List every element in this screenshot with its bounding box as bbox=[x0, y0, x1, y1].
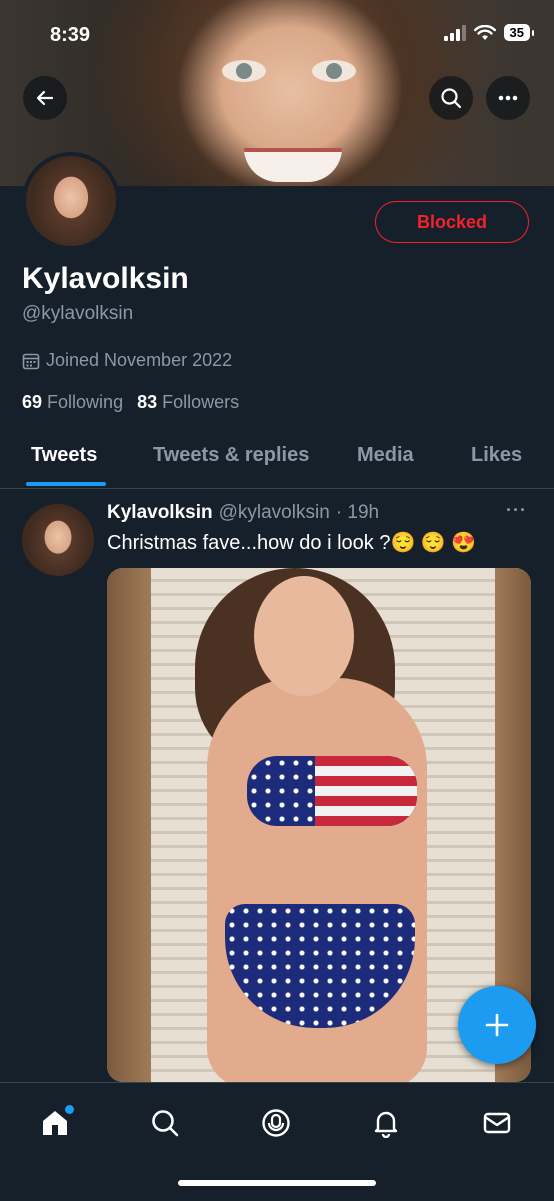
joined-text: Joined November 2022 bbox=[46, 350, 233, 370]
tweet-author-name[interactable]: Kylavolksin bbox=[107, 502, 213, 524]
back-arrow-icon bbox=[36, 90, 54, 106]
media-top-stripes bbox=[315, 756, 417, 826]
messages-icon bbox=[483, 1112, 511, 1134]
wifi-icon bbox=[473, 24, 496, 40]
followers-count: 83 bbox=[137, 392, 158, 412]
banner-eye-left bbox=[222, 60, 266, 82]
tweet-time: · 19h bbox=[335, 502, 380, 523]
tab-likes[interactable]: Likes bbox=[471, 444, 522, 467]
nav-search[interactable] bbox=[145, 1103, 185, 1143]
joined-date: Joined November 2022 bbox=[22, 350, 232, 371]
media-doorframe-left bbox=[107, 568, 151, 1082]
status-icons: 35 bbox=[443, 24, 535, 41]
tweet-more-icon[interactable]: ··· bbox=[506, 500, 527, 521]
status-time: 8:39 bbox=[50, 24, 91, 46]
search-icon bbox=[441, 88, 462, 109]
back-button[interactable] bbox=[23, 76, 67, 120]
tab-tweets-replies[interactable]: Tweets & replies bbox=[153, 444, 309, 467]
search-button[interactable] bbox=[429, 76, 473, 120]
tweet-header: Kylavolksin @kylavolksin · 19h bbox=[107, 502, 379, 524]
search-icon bbox=[152, 1110, 179, 1137]
banner-smile bbox=[244, 148, 342, 182]
banner-eye-right bbox=[312, 60, 356, 82]
following-count: 69 bbox=[22, 392, 43, 412]
nav-home[interactable] bbox=[35, 1103, 75, 1143]
notifications-icon bbox=[374, 1111, 398, 1138]
follow-stats: 69 Following 83 Followers bbox=[22, 392, 239, 413]
followers-label: Followers bbox=[162, 392, 240, 412]
profile-handle: @kylavolksin bbox=[22, 303, 134, 324]
blocked-button[interactable]: Blocked bbox=[375, 201, 529, 243]
following-label: Following bbox=[47, 392, 124, 412]
media-face bbox=[254, 576, 354, 696]
active-tab-indicator bbox=[26, 482, 106, 486]
compose-tweet-button[interactable] bbox=[458, 986, 536, 1064]
display-name: Kylavolksin bbox=[22, 262, 189, 295]
battery-indicator: 35 bbox=[503, 24, 535, 41]
plus-icon bbox=[485, 1013, 509, 1037]
tab-media[interactable]: Media bbox=[357, 444, 414, 467]
more-button[interactable] bbox=[486, 76, 530, 120]
tweet-text: Christmas fave...how do i look ?😌 😌 😍 bbox=[107, 532, 477, 554]
home-notification-dot bbox=[65, 1105, 74, 1114]
nav-messages[interactable] bbox=[477, 1103, 517, 1143]
following-link[interactable]: 69 Following bbox=[22, 392, 123, 413]
calendar-icon bbox=[22, 353, 40, 369]
spaces-icon bbox=[262, 1109, 290, 1137]
tab-tweets[interactable]: Tweets bbox=[31, 444, 97, 467]
tweet-avatar[interactable] bbox=[22, 504, 94, 576]
tweet-author-handle: @kylavolksin bbox=[218, 502, 330, 523]
followers-link[interactable]: 83 Followers bbox=[137, 392, 239, 413]
signal-icon bbox=[443, 24, 466, 41]
more-icon bbox=[498, 95, 518, 101]
nav-spaces[interactable] bbox=[256, 1103, 296, 1143]
home-indicator bbox=[178, 1180, 376, 1186]
profile-avatar[interactable] bbox=[22, 152, 120, 250]
nav-notifications[interactable] bbox=[366, 1103, 406, 1143]
